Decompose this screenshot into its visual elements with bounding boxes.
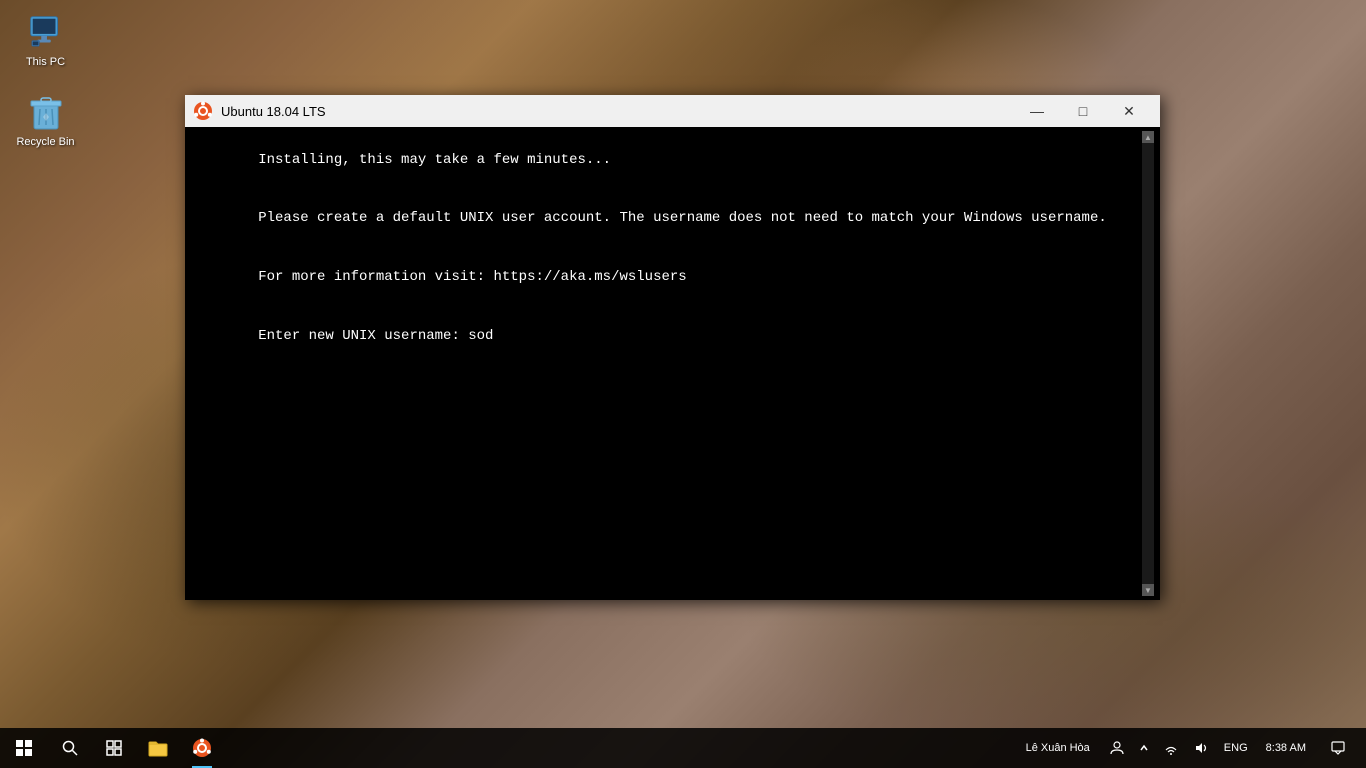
file-explorer-taskbar-button[interactable] [136,728,180,768]
ubuntu-taskbar-icon [192,738,212,758]
taskbar: Lê Xuân Hòa [0,728,1366,768]
this-pc-icon-image [26,12,66,52]
notification-icon [1331,741,1345,755]
taskbar-tray: Lê Xuân Hòa [1016,728,1366,768]
this-pc-label: This PC [26,56,65,69]
ubuntu-logo-icon [193,101,213,121]
user-icon-button[interactable] [1104,728,1130,768]
user-name-tray[interactable]: Lê Xuân Hòa [1016,728,1100,768]
chevron-up-icon [1140,742,1148,754]
terminal-line-1: Installing, this may take a few minutes.… [258,152,611,168]
terminal-title: Ubuntu 18.04 LTS [221,104,1014,119]
user-icon [1110,741,1124,755]
volume-button[interactable] [1188,728,1214,768]
terminal-body[interactable]: Installing, this may take a few minutes.… [185,127,1160,600]
window-controls: — □ ✕ [1014,95,1152,127]
time-label: 8:38 AM [1266,741,1306,755]
terminal-line-3: For more information visit: https://aka.… [258,269,686,285]
terminal-line-4: Enter new UNIX username: sod [258,328,493,344]
recycle-bin-icon[interactable]: Recycle Bin [8,88,83,153]
language-label: ENG [1224,742,1248,754]
recycle-bin-icon-image [26,92,66,132]
network-icon [1164,741,1178,755]
terminal-scrollbar[interactable]: ▲ ▼ [1142,131,1154,596]
this-pc-icon[interactable]: This PC [8,8,83,73]
windows-logo-icon [16,740,32,756]
terminal-content: Installing, this may take a few minutes.… [191,131,1142,596]
task-view-button[interactable] [92,728,136,768]
scrollbar-down-arrow[interactable]: ▼ [1142,584,1154,596]
volume-icon [1194,741,1208,755]
desktop: This PC Recycle Bin [0,0,1366,768]
close-button[interactable]: ✕ [1106,95,1152,127]
start-button[interactable] [0,728,48,768]
ubuntu-taskbar-button[interactable] [180,728,224,768]
minimize-button[interactable]: — [1014,95,1060,127]
maximize-button[interactable]: □ [1060,95,1106,127]
file-explorer-icon [148,739,168,757]
scrollbar-up-arrow[interactable]: ▲ [1142,131,1154,143]
terminal-line-2: Please create a default UNIX user accoun… [258,210,1107,226]
notification-button[interactable] [1318,728,1358,768]
network-button[interactable] [1158,728,1184,768]
terminal-window: Ubuntu 18.04 LTS — □ ✕ Installing, this … [185,95,1160,600]
search-icon [62,740,78,756]
task-view-icon [106,740,122,756]
clock-display[interactable]: 8:38 AM [1258,728,1314,768]
terminal-titlebar: Ubuntu 18.04 LTS — □ ✕ [185,95,1160,127]
show-hidden-icons-button[interactable] [1134,728,1154,768]
language-button[interactable]: ENG [1218,728,1254,768]
search-button[interactable] [48,728,92,768]
recycle-bin-label: Recycle Bin [16,136,74,149]
user-name-label: Lê Xuân Hòa [1022,742,1094,754]
